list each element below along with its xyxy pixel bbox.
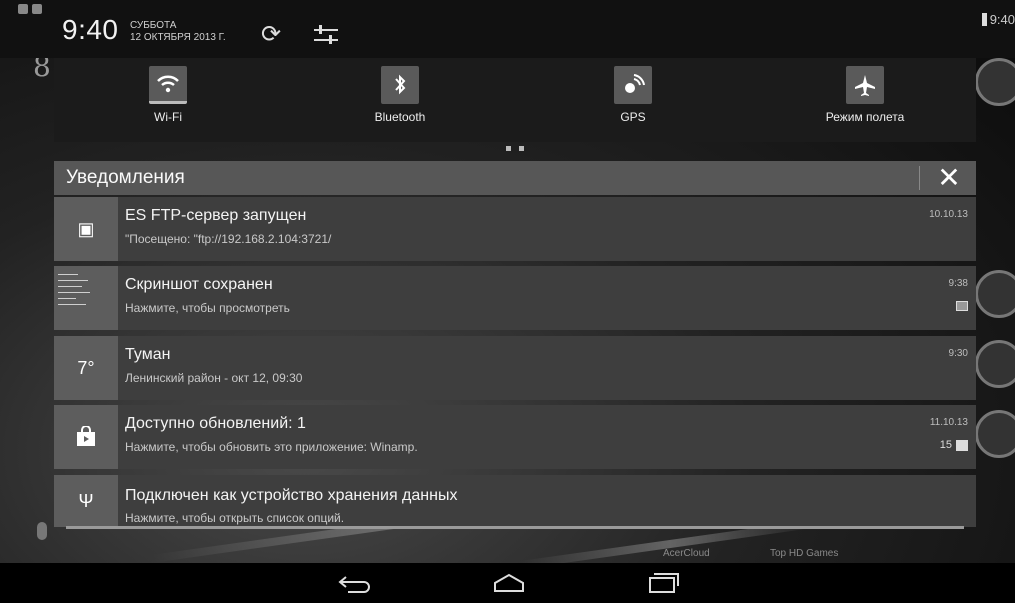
notification-usb-storage[interactable]: Ψ Подключен как устройство хранения данн…	[54, 475, 976, 527]
ftp-status-icon	[18, 4, 28, 14]
navigation-bar	[0, 563, 1015, 603]
notification-time: 9:30	[948, 348, 968, 359]
wifi-icon	[149, 66, 187, 104]
image-status-icon	[32, 4, 42, 14]
clock: 9:40	[62, 14, 119, 45]
notification-subtitle: Ленинский район - окт 12, 09:30	[125, 371, 303, 385]
notifications-header: Уведомления ✕	[54, 161, 976, 195]
weekday: СУББОТА	[130, 20, 177, 31]
recent-apps-icon	[649, 573, 679, 593]
clear-all-button[interactable]: ✕	[934, 163, 964, 193]
date: 12 ОКТЯБРЯ 2013 Г.	[130, 32, 226, 43]
notification-subtitle: Нажмите, чтобы просмотреть	[125, 301, 290, 315]
home-label-games: Top HD Games	[770, 548, 839, 559]
status-right: 9:40	[981, 12, 1015, 27]
quick-settings-panel: Wi-Fi Bluetooth GPS Режим полета	[54, 58, 976, 142]
quick-setting-bluetooth[interactable]: Bluetooth	[330, 66, 470, 124]
shopping-bag-icon	[54, 405, 118, 469]
notification-time: 10.10.13	[929, 209, 968, 220]
back-icon	[338, 576, 370, 593]
home-app-icon	[975, 340, 1015, 388]
notification-title: Туман	[125, 346, 171, 363]
back-button[interactable]	[326, 567, 386, 599]
quick-setting-label: Bluetooth	[374, 110, 426, 124]
home-icon	[494, 573, 524, 592]
quick-setting-airplane[interactable]: Режим полета	[795, 66, 935, 124]
home-button[interactable]	[479, 567, 539, 599]
shopping-bag-small-icon	[956, 439, 968, 451]
home-app-icon	[975, 58, 1015, 106]
image-icon	[956, 300, 968, 312]
notification-title: Скриншот сохранен	[125, 276, 273, 293]
auto-rotate-icon[interactable]: ⟳	[258, 22, 284, 48]
notification-updates[interactable]: Доступно обновлений: 1 Нажмите, чтобы об…	[54, 405, 976, 469]
battery-icon	[981, 13, 987, 26]
notification-subtitle: "Посещено: "ftp://192.168.2.104:3721/	[125, 232, 332, 246]
home-label-acercloud: AcerCloud	[663, 548, 710, 559]
update-count: 15	[940, 439, 968, 451]
pager-dot	[519, 146, 524, 151]
bluetooth-icon	[381, 66, 419, 104]
notification-weather[interactable]: 7° Туман Ленинский район - окт 12, 09:30…	[54, 336, 976, 400]
airplane-icon	[846, 66, 884, 104]
settings-sliders-icon[interactable]	[312, 22, 340, 48]
pager-dot	[506, 146, 511, 151]
gps-icon	[614, 66, 652, 104]
quick-setting-gps[interactable]: GPS	[563, 66, 703, 124]
notification-screenshot[interactable]: Скриншот сохранен Нажмите, чтобы просмот…	[54, 266, 976, 330]
usb-icon: Ψ	[54, 475, 118, 527]
quick-settings-pager	[506, 146, 524, 151]
notifications-title: Уведомления	[66, 167, 185, 188]
notification-time: 11.10.13	[929, 417, 968, 428]
recent-apps-button[interactable]	[632, 567, 692, 599]
header-divider	[919, 166, 920, 190]
ftp-server-icon: ▣	[54, 197, 118, 261]
screenshot-thumbnail	[54, 266, 118, 330]
status-time-right: 9:40	[989, 12, 1015, 27]
home-app-icon	[975, 410, 1015, 458]
quick-setting-label: Wi-Fi	[154, 110, 182, 124]
notification-subtitle: Нажмите, чтобы обновить это приложение: …	[125, 440, 418, 454]
date-block: СУББОТА 12 ОКТЯБРЯ 2013 Г.	[130, 20, 226, 44]
notification-subtitle: Нажмите, чтобы открыть список опций.	[125, 511, 345, 525]
weather-icon: 7°	[54, 336, 118, 400]
quick-setting-label: GPS	[620, 110, 646, 124]
quick-setting-label: Режим полета	[825, 110, 905, 124]
update-count-number: 15	[939, 439, 952, 451]
panel-drag-handle[interactable]	[66, 526, 964, 529]
home-app-icon	[975, 270, 1015, 318]
notification-title: ES FTP-сервер запущен	[125, 207, 307, 224]
status-bar: 9:40 СУББОТА 12 ОКТЯБРЯ 2013 Г. ⟳ 9:40	[0, 0, 1015, 58]
notification-time: 9:38	[948, 278, 968, 289]
notification-ftp-server[interactable]: ▣ ES FTP-сервер запущен "Посещено: "ftp:…	[54, 197, 976, 261]
microphone-icon[interactable]	[37, 522, 47, 540]
status-notification-icons	[18, 4, 42, 14]
quick-setting-wifi[interactable]: Wi-Fi	[98, 66, 238, 124]
notification-title: Подключен как устройство хранения данных	[125, 487, 458, 504]
notification-title: Доступно обновлений: 1	[125, 415, 306, 432]
